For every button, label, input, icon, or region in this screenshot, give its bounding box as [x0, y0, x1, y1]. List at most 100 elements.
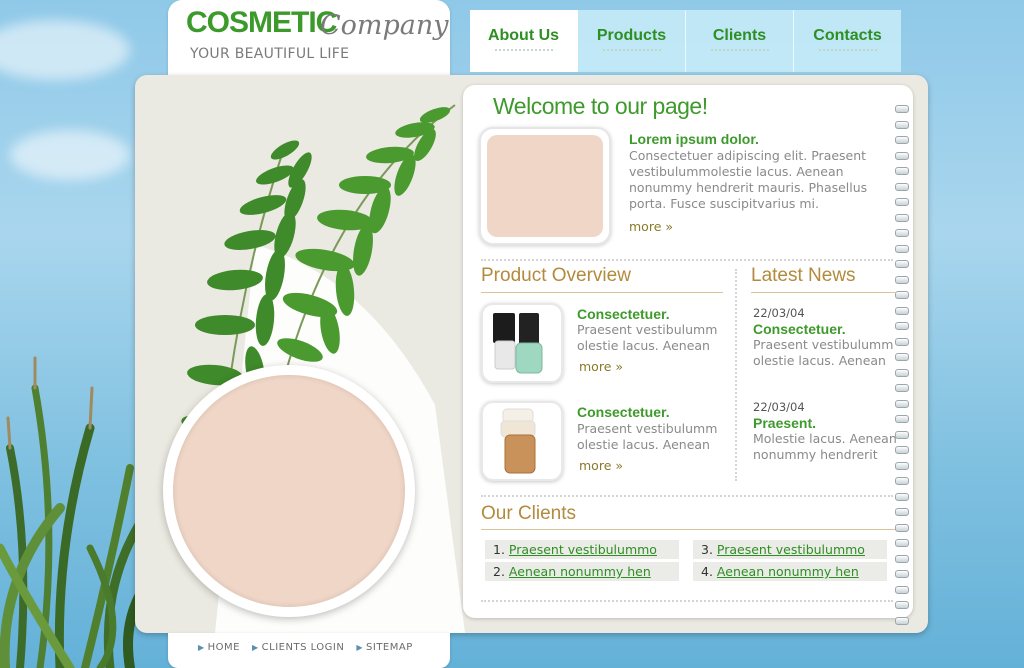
- binder-ring: [895, 275, 909, 284]
- binder-ring: [895, 477, 909, 485]
- nav-item-contacts[interactable]: Contacts: [794, 10, 901, 72]
- product-more-link[interactable]: more »: [579, 458, 623, 473]
- main-nav: About Us Products Clients Contacts: [470, 10, 901, 72]
- binder-ring: [895, 601, 909, 609]
- arrow-right-icon: ▶: [356, 643, 364, 652]
- footer-link-sitemap[interactable]: ▶ SITEMAP: [356, 642, 412, 653]
- nav-underline: [602, 49, 661, 55]
- client-item: 4. Aenean nonummy hen: [693, 562, 887, 581]
- client-link[interactable]: Praesent vestibulummo: [509, 542, 657, 557]
- nav-item-clients[interactable]: Clients: [686, 10, 794, 72]
- footer-links: ▶ HOME ▶ CLIENTS LOGIN ▶ SITEMAP: [198, 642, 413, 653]
- binder-ring: [895, 120, 909, 129]
- client-number: 1.: [493, 542, 505, 557]
- binder-ring: [895, 508, 909, 516]
- our-clients-heading: Our Clients: [481, 503, 577, 524]
- section-underline: [751, 292, 895, 293]
- product-text: Praesent vestibulumm olestie lacus. Aene…: [577, 421, 718, 452]
- client-number: 4.: [701, 564, 713, 579]
- featured-image: [173, 375, 405, 607]
- news-title[interactable]: Praesent.: [753, 415, 816, 431]
- news-text: Praesent vestibulumm olestie lacus. Aene…: [753, 337, 894, 368]
- binder-ring: [895, 306, 909, 315]
- welcome-heading: Welcome to our page!: [493, 93, 708, 119]
- footer-link-clients-login[interactable]: ▶ CLIENTS LOGIN: [252, 642, 344, 653]
- binder-ring: [895, 399, 909, 408]
- binder-ring: [895, 415, 909, 423]
- intro-text: Consectetuer adipiscing elit. Praesent v…: [629, 148, 868, 211]
- client-link[interactable]: Aenean nonummy hen: [717, 564, 859, 579]
- nav-label: Clients: [712, 27, 767, 44]
- binder-ring: [895, 244, 909, 253]
- content-area: Welcome to our page! Lorem ipsum dolor. …: [463, 85, 913, 625]
- binder-ring: [895, 384, 909, 392]
- sky-cloud: [0, 20, 130, 80]
- binder-ring: [895, 368, 909, 377]
- binder-ring: [895, 322, 909, 330]
- welcome-image-frame: [479, 127, 611, 245]
- product-overview-heading: Product Overview: [481, 265, 631, 286]
- footer-link-home[interactable]: ▶ HOME: [198, 642, 240, 653]
- intro-more-link[interactable]: more »: [629, 219, 673, 234]
- binder-ring: [895, 585, 909, 594]
- logo-tab: COSMETIC Company YOUR BEAUTIFUL LIFE: [168, 0, 450, 76]
- brand-script: Company: [320, 10, 449, 41]
- client-item: 2. Aenean nonummy hen: [485, 562, 679, 581]
- client-link[interactable]: Aenean nonummy hen: [509, 564, 651, 579]
- news-text: Molestie lacus. Aenean nonummy hendrerit: [753, 431, 897, 462]
- sky-cloud: [10, 130, 130, 180]
- section-underline: [481, 292, 723, 293]
- nav-item-about-us[interactable]: About Us: [470, 10, 578, 72]
- nav-underline: [818, 49, 877, 55]
- nail-polish-icon: [493, 313, 543, 374]
- main-panel: Welcome to our page! Lorem ipsum dolor. …: [135, 75, 928, 633]
- client-link[interactable]: Praesent vestibulummo: [717, 542, 865, 557]
- intro-title: Lorem ipsum dolor.: [629, 131, 759, 147]
- binder-ring: [895, 136, 909, 144]
- news-date: 22/03/04: [753, 306, 805, 320]
- product-more-link[interactable]: more »: [579, 359, 623, 374]
- brand-name[interactable]: COSMETIC: [186, 6, 337, 40]
- arrow-right-icon: ▶: [252, 643, 259, 652]
- brand-tagline: YOUR BEAUTIFUL LIFE: [190, 46, 350, 62]
- binder-ring: [895, 167, 909, 175]
- binder-ring: [895, 616, 909, 625]
- divider: [481, 600, 893, 602]
- nav-label: Products: [596, 27, 667, 44]
- news-date: 22/03/04: [753, 400, 805, 414]
- footer-tab: ▶ HOME ▶ CLIENTS LOGIN ▶ SITEMAP: [168, 633, 450, 668]
- binder-ring: [895, 229, 909, 237]
- nav-label: About Us: [487, 27, 560, 44]
- divider: [481, 495, 893, 497]
- binder-ring: [895, 539, 909, 547]
- binder-ring: [895, 492, 909, 501]
- section-underline: [481, 529, 895, 530]
- binder-ring: [895, 182, 909, 191]
- product-title: Consectetuer.: [577, 306, 670, 322]
- binder-ring: [895, 570, 909, 578]
- latest-news-heading: Latest News: [751, 265, 856, 286]
- arrow-right-icon: ▶: [198, 643, 205, 652]
- nav-item-products[interactable]: Products: [578, 10, 686, 72]
- product-image-2[interactable]: [481, 401, 563, 481]
- product-image-1[interactable]: [481, 303, 563, 383]
- client-number: 2.: [493, 564, 505, 579]
- footer-link-label: HOME: [207, 642, 240, 653]
- client-number: 3.: [701, 542, 713, 557]
- binder-ring: [895, 213, 909, 222]
- binder-ring: [895, 291, 909, 299]
- news-title[interactable]: Consectetuer.: [753, 321, 846, 337]
- binder-ring: [895, 198, 909, 206]
- nav-underline: [710, 49, 769, 55]
- product-title: Consectetuer.: [577, 404, 670, 420]
- featured-image-frame: [163, 365, 415, 617]
- binder-ring: [895, 105, 909, 113]
- nav-label: Contacts: [813, 27, 882, 44]
- divider: [481, 259, 893, 261]
- column-divider: [735, 269, 737, 481]
- product-text: Praesent vestibulumm olestie lacus. Aene…: [577, 322, 718, 353]
- binder-ring: [895, 151, 909, 160]
- binder-ring: [895, 523, 909, 532]
- nav-underline: [494, 49, 553, 55]
- lotion-bottle-icon: [500, 408, 536, 474]
